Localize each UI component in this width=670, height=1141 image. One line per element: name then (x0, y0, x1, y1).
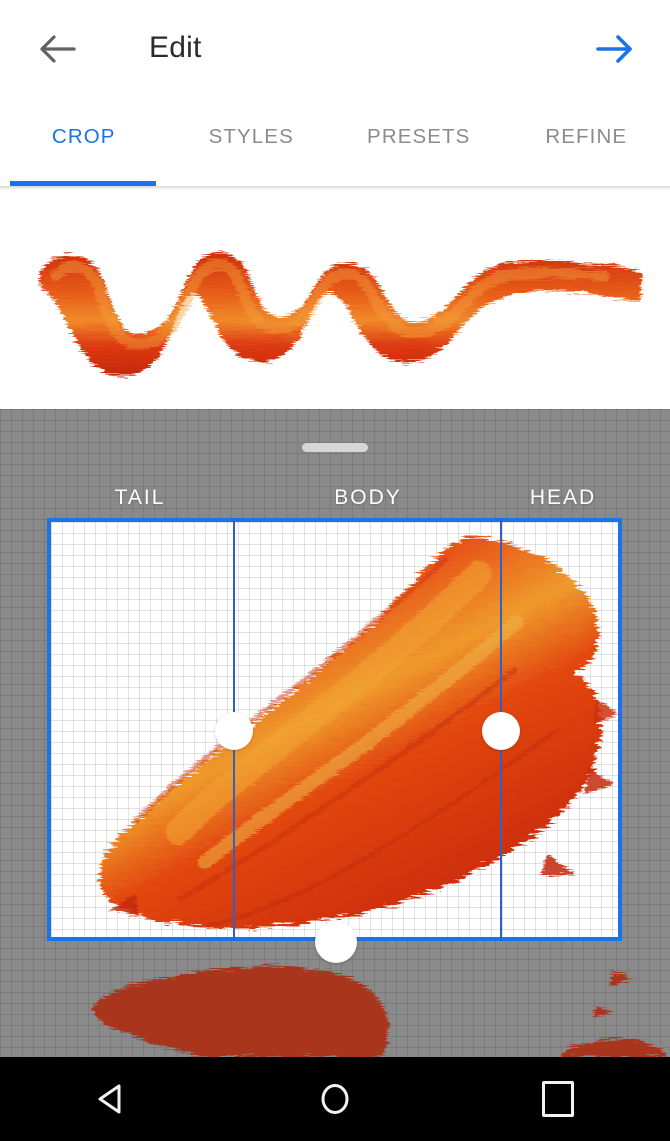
brush-stamp-graphic (98, 536, 618, 929)
app-bar: Edit (0, 0, 670, 98)
dimmed-stroke-shape (92, 966, 668, 1057)
segment-label-body: BODY (334, 486, 402, 509)
segment-label-tail: TAIL (114, 486, 166, 509)
arrow-left-icon (40, 35, 76, 63)
crop-rectangle[interactable] (47, 518, 622, 941)
preview-stroke-highlight (50, 258, 610, 350)
brush-stroke-preview (0, 190, 670, 409)
square-icon (542, 1081, 575, 1117)
stamp-body (98, 536, 602, 929)
nav-back-button[interactable] (67, 1057, 157, 1141)
segment-label-head: HEAD (529, 486, 597, 509)
tab-crop[interactable]: CROP (0, 98, 168, 186)
triangle-left-icon (98, 1084, 121, 1114)
tail-divider-handle[interactable] (215, 712, 253, 750)
back-button[interactable] (28, 22, 86, 76)
tab-refine[interactable]: REFINE (503, 98, 670, 186)
circle-icon (321, 1084, 349, 1114)
drag-handle-pill[interactable] (302, 443, 368, 452)
forward-button[interactable] (586, 22, 644, 76)
edit-screen: Edit CROP STYLES PRESETS REFINE TAIL BOD… (0, 0, 670, 1141)
tab-bar: CROP STYLES PRESETS REFINE (0, 98, 670, 186)
page-title: Edit (149, 31, 202, 64)
arrow-right-icon (596, 35, 632, 63)
head-divider-handle[interactable] (482, 712, 520, 750)
out-of-crop-stroke (0, 941, 670, 1057)
preview-stroke-graphic (39, 251, 643, 377)
nav-recents-button[interactable] (513, 1057, 603, 1141)
nav-home-button[interactable] (290, 1057, 380, 1141)
tab-presets[interactable]: PRESETS (335, 98, 503, 186)
out-of-crop-stroke-graphic (92, 966, 668, 1057)
tab-styles[interactable]: STYLES (168, 98, 336, 186)
android-nav-bar (0, 1057, 670, 1141)
